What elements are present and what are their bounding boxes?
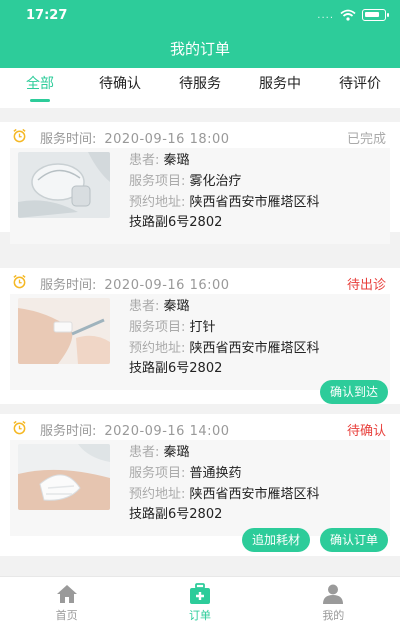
- tab-pending-confirm[interactable]: 待确认: [80, 68, 160, 108]
- service-image-nebulizer: [18, 152, 110, 218]
- order-actions: 确认到达: [319, 380, 388, 404]
- status-time: 17:27: [26, 8, 68, 23]
- order-details: 患者: 秦璐 服务项目: 雾化治疗 预约地址: 陕西省西安市雁塔区科 技路副6号…: [10, 148, 390, 244]
- confirm-arrival-button[interactable]: 确认到达: [319, 380, 388, 404]
- order-card-header: 服务时间: 2020-09-16 14:00 待确认: [0, 414, 400, 440]
- order-card[interactable]: 服务时间: 2020-09-16 18:00 已完成 患者: 秦璐 服务项目: 雾…: [0, 122, 400, 244]
- service-item: 雾化治疗: [189, 174, 242, 189]
- bottom-nav-label: 我的: [322, 609, 345, 622]
- address-row: 预约地址: 陕西省西安市雁塔区科: [129, 487, 320, 502]
- order-details: 患者: 秦璐 服务项目: 普通换药 预约地址: 陕西省西安市雁塔区科 技路副6号…: [10, 440, 390, 536]
- order-status: 待出诊: [346, 278, 386, 293]
- address-line1: 陕西省西安市雁塔区科: [189, 195, 320, 210]
- patient-name: 秦璐: [163, 445, 190, 460]
- service-item-row: 服务项目: 雾化治疗: [129, 174, 242, 189]
- bottom-nav-label: 首页: [55, 609, 78, 622]
- patient-name: 秦璐: [163, 153, 190, 168]
- service-time: 服务时间: 2020-09-16 16:00: [40, 278, 230, 293]
- status-icons: ....: [317, 9, 389, 21]
- address-row: 预约地址: 陕西省西安市雁塔区科: [129, 341, 320, 356]
- service-item: 普通换药: [189, 466, 242, 481]
- address-line2: 技路副6号2802: [129, 361, 223, 376]
- user-icon: [323, 584, 344, 604]
- address-row: 预约地址: 陕西省西安市雁塔区科: [129, 195, 320, 210]
- bottom-nav: 首页 订单 我的: [0, 576, 400, 640]
- confirm-order-button[interactable]: 确认订单: [319, 528, 388, 552]
- alarm-clock-icon: [13, 128, 26, 143]
- signal-dots: ....: [317, 9, 334, 21]
- order-card[interactable]: 服务时间: 2020-09-16 16:00 待出诊 患者: 秦璐 服务项目: 打…: [0, 268, 400, 404]
- wifi-icon: [340, 9, 356, 21]
- bottom-nav-orders[interactable]: 订单: [133, 577, 266, 640]
- order-card[interactable]: 服务时间: 2020-09-16 14:00 待确认 患者: 秦璐 服务项目: 普…: [0, 414, 400, 556]
- order-actions: 追加耗材 确认订单: [241, 528, 388, 552]
- alarm-clock-icon: [13, 420, 26, 435]
- address-line2: 技路副6号2802: [129, 215, 223, 230]
- address-line2: 技路副6号2802: [129, 507, 223, 522]
- page-title: 我的订单: [169, 40, 230, 58]
- home-icon: [56, 585, 77, 603]
- service-item-row: 服务项目: 普通换药: [129, 466, 242, 481]
- order-info: 患者: 秦璐 服务项目: 普通换药 预约地址: 陕西省西安市雁塔区科: [129, 442, 387, 505]
- address-line1: 陕西省西安市雁塔区科: [189, 487, 320, 502]
- patient-row: 患者: 秦璐: [129, 299, 190, 314]
- order-info: 患者: 秦璐 服务项目: 雾化治疗 预约地址: 陕西省西安市雁塔区科: [129, 150, 387, 213]
- service-item: 打针: [189, 320, 216, 335]
- tab-all[interactable]: 全部: [0, 68, 80, 108]
- order-status: 已完成: [346, 132, 386, 147]
- order-details: 患者: 秦璐 服务项目: 打针 预约地址: 陕西省西安市雁塔区科 技路副6号28…: [10, 294, 390, 390]
- battery-icon: [362, 9, 389, 21]
- order-card-header: 服务时间: 2020-09-16 18:00 已完成: [0, 122, 400, 148]
- order-info: 患者: 秦璐 服务项目: 打针 预约地址: 陕西省西安市雁塔区科: [129, 296, 387, 359]
- order-status: 待确认: [346, 424, 386, 439]
- service-time: 服务时间: 2020-09-16 14:00: [40, 424, 230, 439]
- order-card-header: 服务时间: 2020-09-16 16:00 待出诊: [0, 268, 400, 294]
- alarm-clock-icon: [13, 274, 26, 289]
- medical-kit-icon: [189, 583, 210, 604]
- bottom-nav-home[interactable]: 首页: [0, 577, 133, 640]
- patient-row: 患者: 秦璐: [129, 445, 190, 460]
- bottom-nav-label: 订单: [188, 609, 211, 622]
- address-line1: 陕西省西安市雁塔区科: [189, 341, 320, 356]
- status-bar: 17:27 ....: [0, 0, 400, 30]
- tab-in-service[interactable]: 服务中: [240, 68, 320, 108]
- patient-name: 秦璐: [163, 299, 190, 314]
- order-tabs: 全部 待确认 待服务 服务中 待评价: [0, 68, 400, 108]
- service-item-row: 服务项目: 打针: [129, 320, 216, 335]
- tab-pending-review[interactable]: 待评价: [320, 68, 400, 108]
- tab-pending-service[interactable]: 待服务: [160, 68, 240, 108]
- add-supplies-button[interactable]: 追加耗材: [241, 528, 310, 552]
- app-header: 17:27 .... 我的订单: [0, 0, 400, 68]
- service-image-injection: [18, 298, 110, 364]
- patient-row: 患者: 秦璐: [129, 153, 190, 168]
- service-time: 服务时间: 2020-09-16 18:00: [40, 132, 230, 147]
- service-image-bandage: [18, 444, 110, 510]
- bottom-nav-mine[interactable]: 我的: [267, 577, 400, 640]
